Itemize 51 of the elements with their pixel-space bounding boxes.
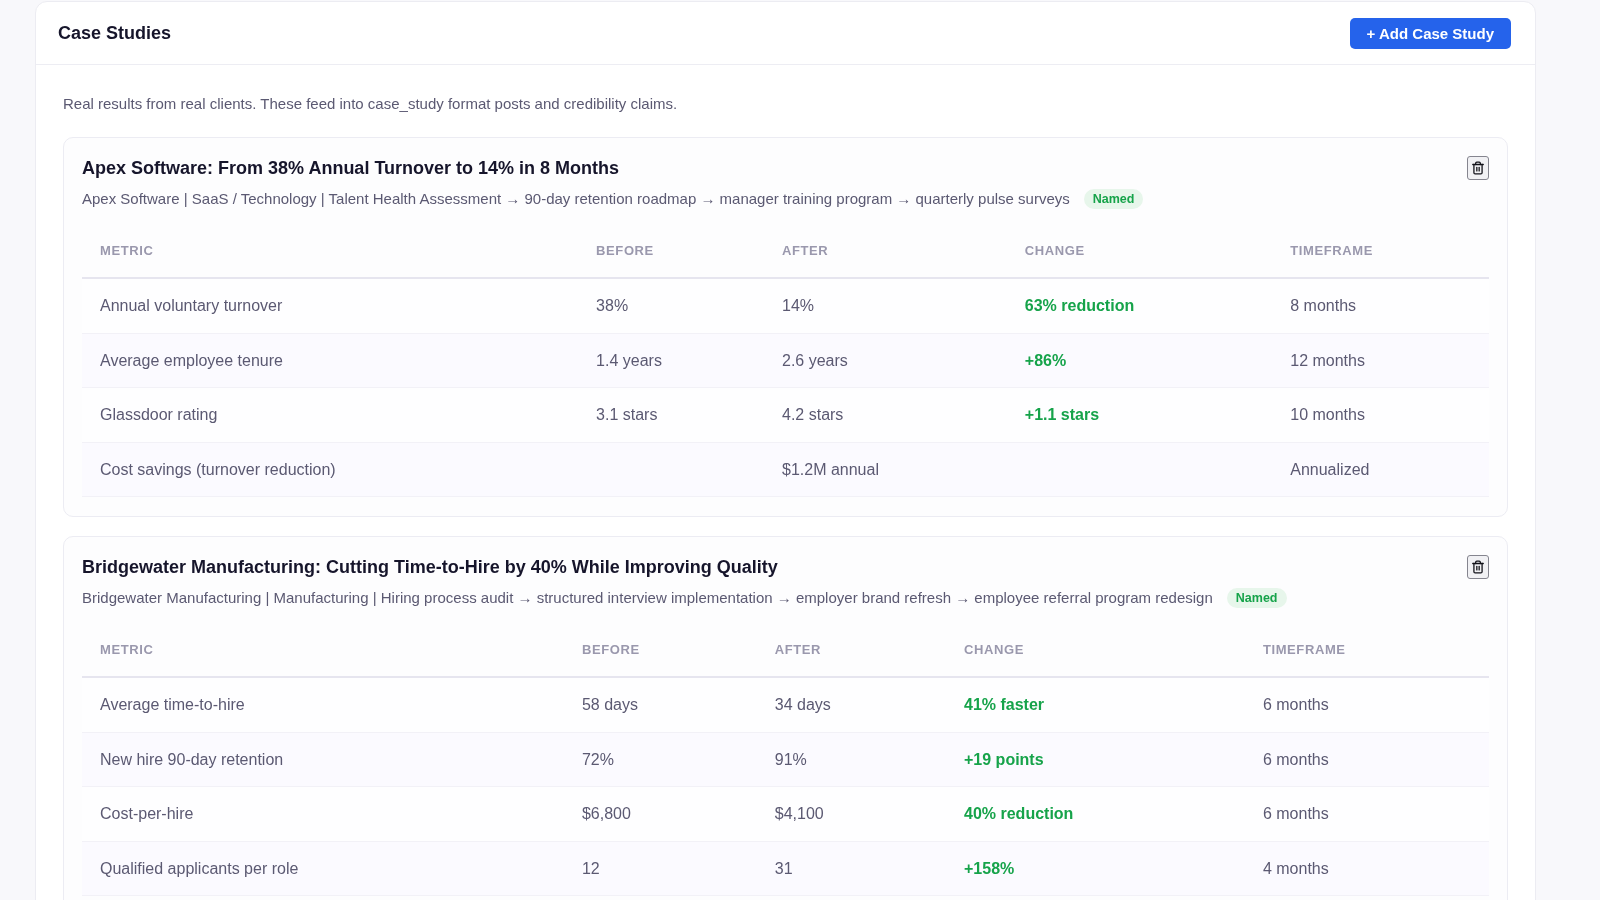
table-cell: +158%: [964, 859, 1015, 877]
table-cell: Annualized: [1290, 460, 1370, 478]
table-cell: 4 months: [1262, 859, 1329, 877]
status-badge: Named: [1083, 189, 1144, 209]
table-cell: Average time-to-hire: [100, 696, 245, 713]
table-cell: 41% faster: [964, 696, 1045, 713]
table-cell: 6 months: [1262, 750, 1329, 768]
table-cell: 12: [581, 859, 600, 877]
trash-icon: [1471, 161, 1485, 175]
description-text: Real results from real clients. These feed into case_study format posts and credibility claims.: [63, 94, 679, 114]
table-cell: 12 months: [1290, 351, 1365, 369]
table-cell: +1.1 stars: [1024, 406, 1100, 423]
table-cell: 6 months: [1262, 805, 1329, 822]
add-case-study-button[interactable]: + Add Case Study: [1349, 17, 1511, 49]
card-meta: Bridgewater Manufacturing | Manufacturing | Hiring process audit → structured interview implementation → employer brand refresh → employee referral program redesign: [82, 588, 1213, 608]
table-cell: 31: [774, 859, 793, 877]
table-cell: 63% reduction: [1024, 297, 1135, 314]
delete-button[interactable]: [1467, 156, 1489, 180]
table-cell: 72%: [581, 750, 614, 768]
card-title: Bridgewater Manufacturing: Cutting Time-to-Hire by 40% While Improving Quality: [82, 556, 778, 579]
table-cell: 40% reduction: [964, 805, 1074, 822]
table-cell: +19 points: [964, 750, 1044, 768]
table-cell: 34 days: [774, 696, 831, 713]
table-cell: +86%: [1024, 351, 1067, 369]
table-cell: 4.2 stars: [782, 406, 844, 423]
table-cell: 3.1 stars: [596, 406, 658, 423]
table-cell: Average employee tenure: [100, 351, 283, 369]
table-cell: 58 days: [581, 696, 638, 713]
table-cell: 10 months: [1290, 406, 1365, 423]
status-badge: Named: [1226, 588, 1287, 608]
table-cell: 8 months: [1290, 297, 1357, 314]
table-cell: 2.6 years: [782, 351, 848, 369]
trash-icon: [1471, 560, 1485, 574]
delete-button[interactable]: [1467, 555, 1489, 579]
page-title: Case Studies: [58, 22, 172, 44]
table-cell: 14%: [782, 297, 815, 314]
card-title: Apex Software: From 38% Annual Turnover to 14% in 8 Months: [82, 157, 620, 180]
table-cell: 1.4 years: [596, 351, 662, 369]
table-cell: New hire 90-day retention: [100, 750, 284, 768]
table-cell: Annual voluntary turnover: [100, 297, 283, 314]
table-cell: 91%: [774, 750, 807, 768]
table-cell: 38%: [596, 297, 629, 314]
table-cell: Cost-per-hire: [100, 805, 194, 822]
card-meta: Apex Software | SaaS / Technology | Talent Health Assessment → 90-day retention roadmap → manager training program → quarterly pulse surveys: [82, 189, 1070, 209]
table-cell: $6,800: [581, 805, 631, 822]
table-cell: $1.2M annual: [782, 460, 879, 478]
table-cell: Qualified applicants per role: [100, 859, 299, 877]
table-cell: $4,100: [774, 805, 824, 822]
table-cell: Cost savings (turnover reduction): [100, 460, 336, 478]
table-cell: 6 months: [1262, 696, 1329, 713]
table-cell: Glassdoor rating: [100, 406, 218, 423]
